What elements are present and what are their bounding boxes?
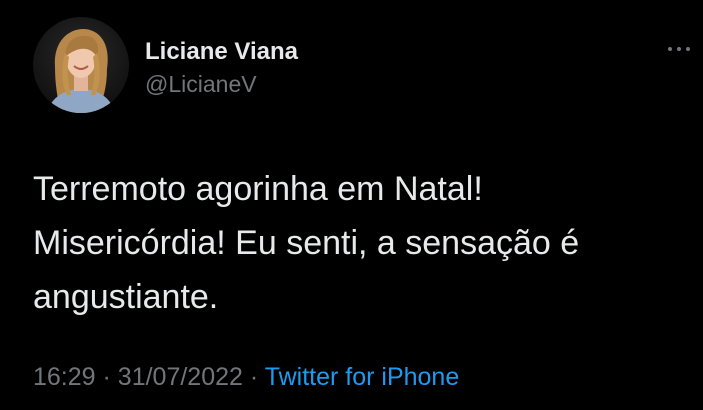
author-handle[interactable]: @LicianeV	[145, 70, 298, 98]
tweet-text-line: angustiante.	[33, 278, 219, 316]
avatar-image	[33, 17, 129, 113]
tweet-meta: 16:29 · 31/07/2022 · Twitter for iPhone	[33, 362, 459, 392]
tweet-text: Terremoto agorinha em Natal! Misericórdi…	[33, 162, 683, 324]
more-options-icon[interactable]	[664, 39, 694, 59]
tweet-time[interactable]: 16:29	[33, 363, 96, 391]
avatar[interactable]	[33, 17, 129, 113]
tweet-text-line: Misericórdia! Eu senti, a sensação é	[33, 224, 580, 262]
author-info: Liciane Viana @LicianeV	[145, 38, 298, 98]
author-display-name[interactable]: Liciane Viana	[145, 38, 298, 66]
tweet-text-line: Terremoto agorinha em Natal!	[33, 170, 483, 208]
tweet-source-link[interactable]: Twitter for iPhone	[265, 363, 460, 391]
tweet-card: Liciane Viana @LicianeV Terremoto agorin…	[0, 0, 703, 410]
meta-separator: ·	[102, 363, 111, 391]
tweet-date[interactable]: 31/07/2022	[118, 363, 243, 391]
meta-separator: ·	[249, 363, 259, 391]
